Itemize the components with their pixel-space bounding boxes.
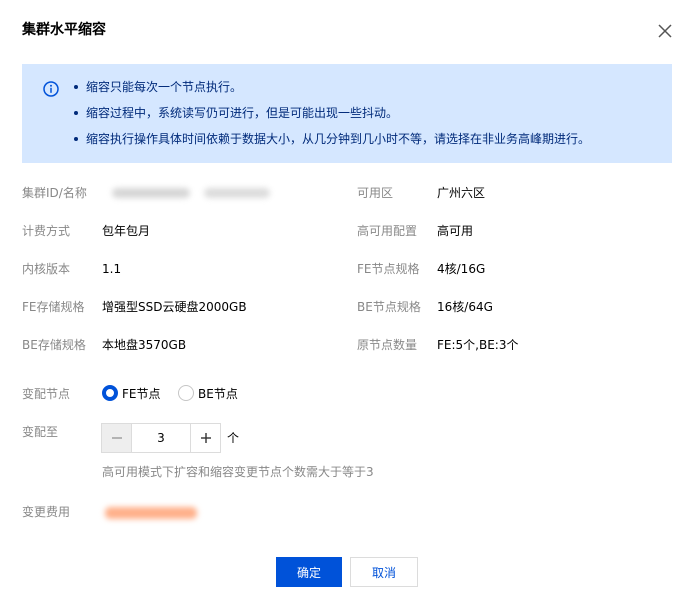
radio-fe-node[interactable]: FE节点 — [102, 384, 161, 402]
minus-icon — [111, 437, 122, 439]
cluster-name-value-redacted — [204, 188, 270, 198]
node-count-input[interactable] — [132, 424, 190, 452]
radio-fe-node-label: FE节点 — [122, 386, 161, 401]
fe-storage-value: 增强型SSD云硬盘2000GB — [102, 300, 247, 314]
radio-be-node[interactable]: BE节点 — [178, 384, 238, 402]
cluster-id-value-redacted — [112, 188, 190, 198]
original-node-count-value: FE:5个,BE:3个 — [437, 338, 519, 352]
zone-value: 广州六区 — [437, 186, 486, 200]
fe-node-spec-value: 4核/16G — [437, 262, 486, 276]
be-storage-label: BE存储规格 — [22, 338, 86, 352]
target-count-label: 变配至 — [22, 425, 59, 439]
original-node-count-label: 原节点数量 — [357, 338, 418, 352]
zone-label: 可用区 — [357, 186, 394, 200]
radio-be-node-label: BE节点 — [198, 386, 238, 401]
radio-unchecked-icon — [178, 385, 194, 401]
cancel-button[interactable]: 取消 — [350, 557, 418, 587]
fe-node-spec-label: FE节点规格 — [357, 262, 420, 276]
billing-label: 计费方式 — [22, 224, 71, 238]
kernel-version-value: 1.1 — [102, 262, 122, 276]
billing-value: 包年包月 — [102, 224, 151, 238]
confirm-button[interactable]: 确定 — [276, 557, 342, 587]
be-node-spec-label: BE节点规格 — [357, 300, 421, 314]
increment-button[interactable] — [190, 424, 220, 452]
fe-storage-label: FE存储规格 — [22, 300, 85, 314]
dialog-title: 集群水平缩容 — [22, 22, 106, 38]
node-type-label: 变配节点 — [22, 387, 71, 401]
fee-label: 变更费用 — [22, 505, 71, 519]
kernel-version-label: 内核版本 — [22, 262, 71, 276]
plus-icon — [200, 433, 211, 443]
notice-banner: 缩容只能每次一个节点执行。 缩容过程中，系统读写仍可进行，但是可能出现一些抖动。… — [22, 64, 672, 163]
hint-text: 高可用模式下扩容和缩容变更节点个数需大于等于3 — [102, 465, 374, 479]
ha-config-value: 高可用 — [437, 224, 474, 238]
be-storage-value: 本地盘3570GB — [102, 338, 187, 352]
ha-config-label: 高可用配置 — [357, 224, 418, 238]
notice-tip: 缩容只能每次一个节点执行。 — [74, 78, 590, 104]
fee-value-redacted — [105, 507, 197, 519]
unit-label: 个 — [227, 431, 240, 445]
close-icon[interactable] — [656, 22, 674, 40]
decrement-button[interactable] — [102, 424, 132, 452]
cluster-id-label: 集群ID/名称 — [22, 186, 87, 200]
be-node-spec-value: 16核/64G — [437, 300, 493, 314]
notice-tip: 缩容过程中，系统读写仍可进行，但是可能出现一些抖动。 — [74, 104, 590, 130]
scale-in-dialog: 集群水平缩容 缩容只能每次一个节点执行。 缩容过程中，系统读写仍可进行，但是可能… — [0, 0, 695, 610]
radio-checked-icon — [102, 385, 118, 401]
notice-tips: 缩容只能每次一个节点执行。 缩容过程中，系统读写仍可进行，但是可能出现一些抖动。… — [74, 78, 590, 156]
notice-tip: 缩容执行操作具体时间依赖于数据大小，从几分钟到几小时不等，请选择在非业务高峰期进… — [74, 130, 590, 156]
node-count-stepper — [101, 423, 221, 453]
info-icon — [43, 81, 59, 97]
